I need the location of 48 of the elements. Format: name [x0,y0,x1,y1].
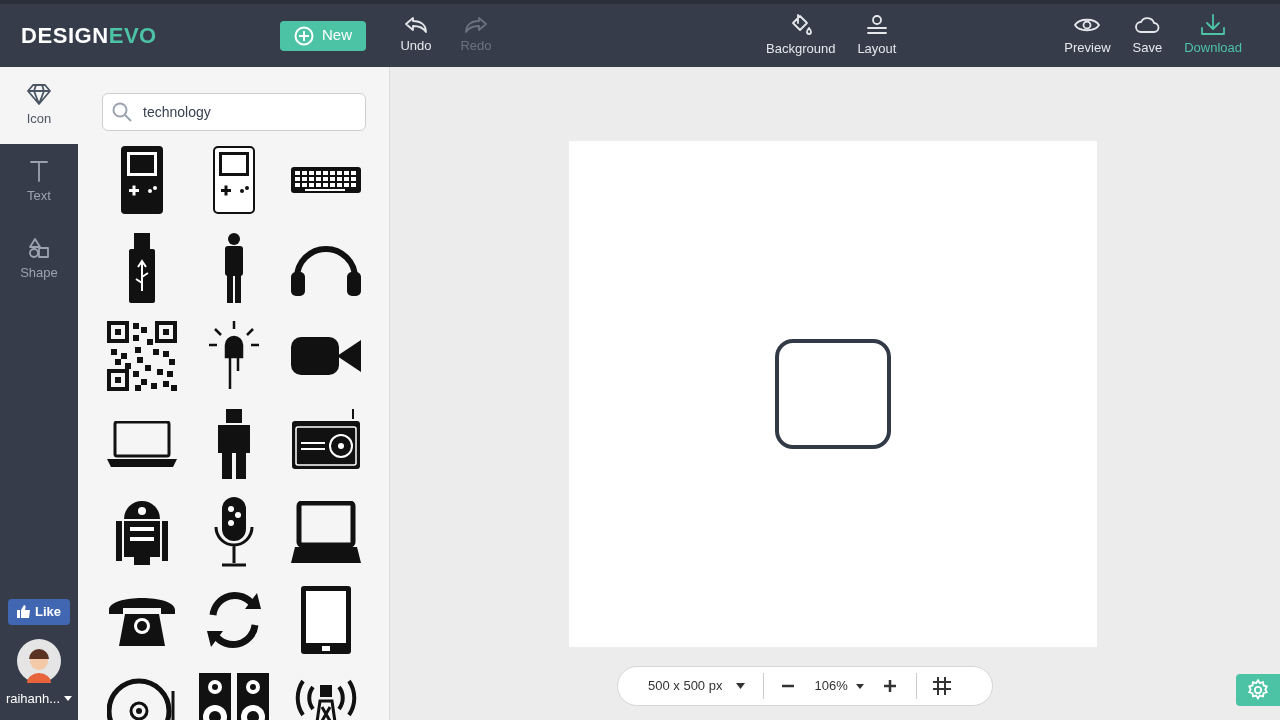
plus-icon [883,680,896,692]
user-menu[interactable]: raihanh... [5,688,73,708]
game-console-icon[interactable] [212,145,256,215]
text-icon [27,159,51,182]
thumbs-up-icon [17,605,31,618]
toolbar-button[interactable]: Preview [1064,13,1111,58]
laptop-icon[interactable] [107,421,177,467]
download-icon [1200,13,1227,36]
shapes-icon [27,236,51,259]
sidebar-tab[interactable]: Shape [0,221,78,298]
layout-icon [864,12,889,37]
robot-icon[interactable] [216,409,252,479]
toolbar-button[interactable]: Save [1132,13,1163,58]
plus-circle-icon [294,25,314,46]
like-button[interactable]: Like [8,598,70,625]
video-camera-icon[interactable] [291,337,361,375]
canvas-size-dropdown[interactable]: 500 x 500 px [648,676,746,696]
caret-icon [736,683,746,689]
grid-toggle-button[interactable] [932,677,951,695]
microphone-icon[interactable] [214,497,254,567]
redo-arrow-icon [464,15,488,34]
keyboard-icon[interactable] [291,167,361,193]
rounded-square-shape[interactable] [775,339,891,449]
sidebar-tab[interactable]: Text [0,144,78,221]
light-bulb-icon[interactable] [209,321,259,391]
settings-icon [1247,679,1269,701]
undo-arrow-icon [404,15,428,34]
caret-icon [855,683,864,689]
tablet-icon[interactable] [300,585,352,655]
search-icon [112,102,132,122]
sidebar-tab[interactable]: Icon [0,67,78,144]
toolbar-button[interactable]: Layout [857,12,897,59]
search-field[interactable]: technology [102,93,366,131]
avatar-icon[interactable] [17,638,61,683]
laptop-icon[interactable] [291,501,361,563]
qr-code-icon[interactable] [107,321,177,391]
zoom-dropdown[interactable]: 106% [814,676,864,696]
toolbar-button[interactable]: Background [766,12,836,59]
toolbar-button[interactable]: Download [1184,13,1242,58]
usb-drive-icon[interactable] [128,233,156,303]
diamond-icon [27,82,51,105]
person-icon[interactable] [222,233,246,303]
zoom-in-button[interactable] [883,680,896,692]
game-console-icon[interactable] [120,145,164,215]
app-logo[interactable]: DESIGNEVO [21,19,171,52]
caret-icon [64,695,73,701]
grid-icon [932,677,951,695]
history-button[interactable]: Undo [396,15,436,56]
